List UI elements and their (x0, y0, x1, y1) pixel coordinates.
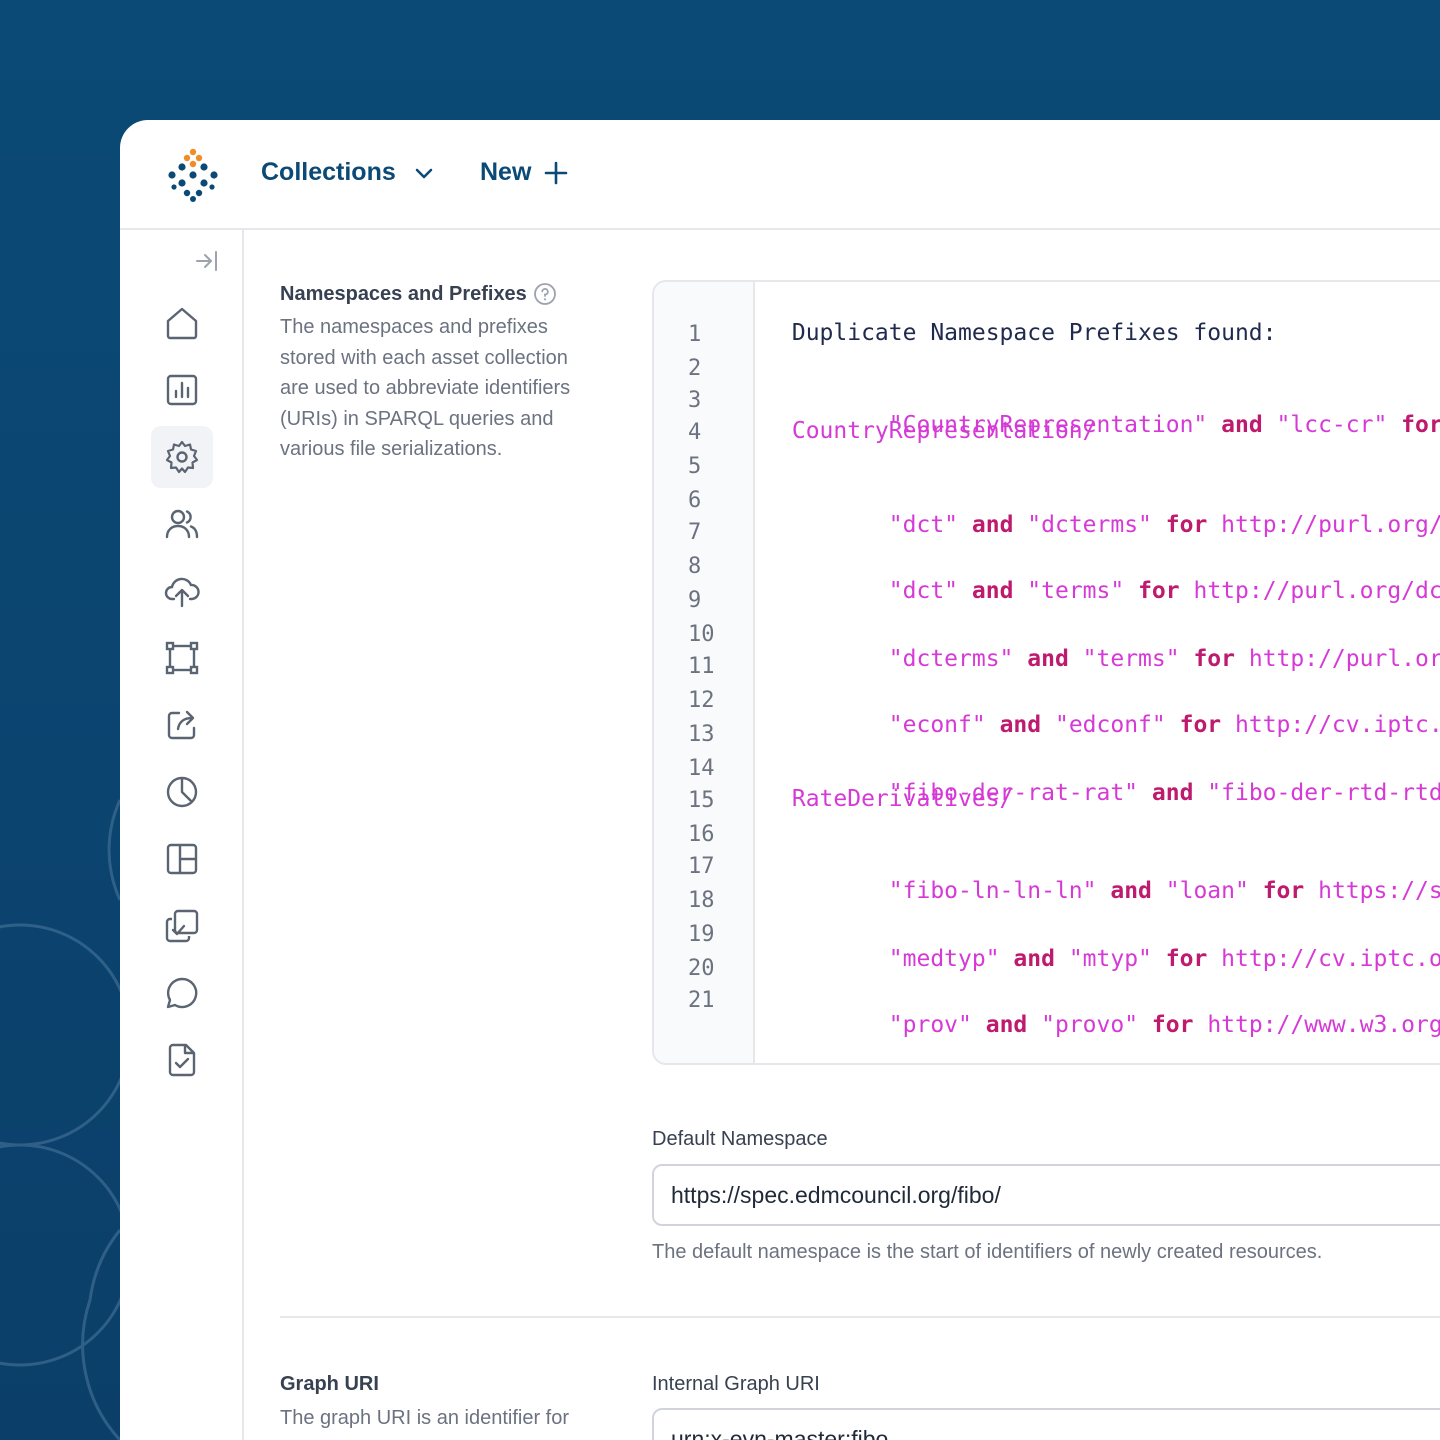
line-number: 13 (688, 722, 715, 747)
line-number: 6 (688, 488, 702, 513)
line-number: 4 (688, 420, 702, 445)
file-check-icon (168, 1043, 196, 1077)
line-number: 9 (688, 588, 702, 613)
line-number: 19 (688, 922, 715, 947)
home-icon (166, 307, 198, 340)
sidebar-item-settings[interactable] (151, 426, 213, 488)
plus-icon (545, 161, 568, 184)
line-number: 11 (688, 654, 715, 679)
gear-icon (165, 440, 199, 474)
background-decoration (0, 799, 130, 1440)
sidebar-item-home[interactable] (151, 292, 213, 354)
sidebar-item-comments[interactable] (151, 962, 213, 1024)
code-line-15: RateDerivatives/ (778, 786, 1014, 812)
line-number: 12 (688, 688, 715, 713)
default-namespace-label: Default Namespace (652, 1128, 828, 1150)
sidebar (120, 230, 244, 1440)
namespaces-description: The namespaces and prefixes stored with … (280, 316, 571, 460)
namespaces-title: Namespaces and Prefixes (280, 282, 527, 305)
line-number: 14 (688, 756, 715, 781)
sidebar-item-export[interactable] (151, 694, 213, 756)
line-number: 3 (688, 388, 702, 413)
copy-check-icon (165, 909, 199, 943)
layout-icon (166, 843, 198, 875)
code-line-1: Duplicate Namespace Prefixes found: (778, 320, 1277, 346)
chevron-down-icon (415, 168, 432, 178)
collections-menu-button[interactable]: Collections (261, 158, 436, 187)
line-number-gutter: 1 2 3 4 5 6 7 8 9 10 11 12 13 14 15 16 17 18 19 20 21 (654, 282, 755, 1063)
top-bar: Collections New (120, 120, 1440, 230)
code-line-4: CountryRepresentation/ (778, 418, 1097, 444)
graph-uri-section-title: Graph URI (280, 1373, 379, 1396)
frame-icon (165, 641, 199, 675)
new-label: New (480, 158, 532, 186)
export-icon (167, 710, 196, 740)
internal-graph-uri-input[interactable]: urn:x-evn-master:fibo (652, 1408, 1440, 1440)
main-content: Namespaces and Prefixes The namespaces a… (244, 230, 1440, 1440)
code-line-8: "dct" and "terms" for http://purl.org/dc… (888, 578, 1440, 604)
sidebar-item-validation[interactable] (151, 1029, 213, 1091)
sidebar-item-users[interactable] (151, 493, 213, 555)
line-number: 17 (688, 854, 715, 879)
pie-chart-icon (166, 776, 198, 808)
line-number: 20 (688, 956, 715, 981)
line-number: 16 (688, 822, 715, 847)
sidebar-item-analytics[interactable] (151, 761, 213, 823)
default-namespace-help: The default namespace is the start of id… (652, 1241, 1323, 1263)
line-number: 8 (688, 554, 702, 579)
graph-uri-title: Graph URI (280, 1373, 379, 1395)
line-number: 21 (688, 988, 715, 1013)
line-number: 2 (688, 356, 702, 381)
chart-icon (166, 374, 198, 406)
help-icon[interactable] (533, 282, 557, 306)
line-number: 1 (688, 322, 702, 347)
internal-graph-uri-label: Internal Graph URI (652, 1373, 820, 1395)
line-number: 7 (688, 520, 702, 545)
code-line-21: "prov" and "provo" for http://www.w3.org… (888, 1012, 1440, 1038)
new-button[interactable]: New (480, 158, 569, 187)
chat-icon (166, 977, 198, 1009)
expand-sidebar-icon[interactable] (194, 248, 220, 274)
graph-uri-description: The graph URI is an identifier for any a… (280, 1407, 570, 1440)
sidebar-item-reports[interactable] (151, 359, 213, 421)
sidebar-item-layout[interactable] (151, 828, 213, 890)
upload-cloud-icon (164, 577, 200, 608)
prefixes-code-editor[interactable]: 1 2 3 4 5 6 7 8 9 10 11 12 13 14 15 16 17 18 19 20 21 Duplic… (652, 280, 1440, 1065)
line-number: 10 (688, 622, 715, 647)
line-number: 18 (688, 888, 715, 913)
code-line-12: "econf" and "edconf" for http://cv.iptc.… (888, 712, 1440, 738)
namespaces-section-title: Namespaces and Prefixes (280, 282, 557, 306)
default-namespace-input[interactable]: https://spec.edmcouncil.org/fibo/ (652, 1164, 1440, 1226)
section-divider (280, 1316, 1440, 1318)
collections-label: Collections (261, 158, 396, 186)
sidebar-item-frame[interactable] (151, 627, 213, 689)
sidebar-item-tasks[interactable] (151, 895, 213, 957)
sidebar-item-upload[interactable] (151, 560, 213, 622)
logo-icon[interactable] (166, 148, 220, 202)
line-number: 15 (688, 788, 715, 813)
users-icon (165, 509, 199, 539)
app-window: Collections New Namespaces and Prefixes … (120, 120, 1440, 1440)
line-number: 5 (688, 454, 702, 479)
code-line-17: "fibo-ln-ln-ln" and "loan" for https://s… (888, 878, 1440, 904)
